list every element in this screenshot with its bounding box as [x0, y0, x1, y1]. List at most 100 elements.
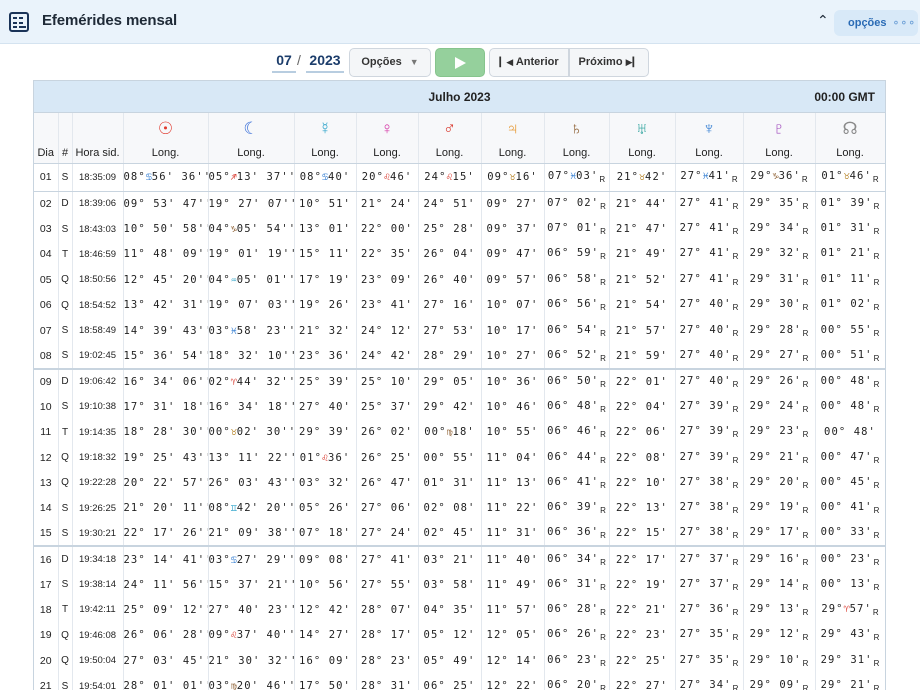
longitude-cell-sun: 28° 01' 01'' [123, 673, 209, 690]
longitude-cell-mercury: 10° 51' [294, 191, 357, 217]
options-select[interactable]: Opções ▼ [349, 48, 431, 77]
options-button[interactable]: opções ∘∘∘ [834, 10, 918, 36]
day-cell: 02 [34, 191, 59, 217]
chevron-up-icon[interactable]: ⌃ [817, 13, 829, 27]
sidereal-time-cell: 19:34:18 [72, 545, 124, 572]
longitude-cell-uranus: 21°♉42' [609, 163, 676, 192]
weekday-cell: S [58, 163, 73, 192]
longitude-cell-mercury: 13° 01' [294, 216, 357, 242]
longitude-label: Long. [435, 146, 464, 159]
play-button[interactable] [435, 48, 485, 77]
longitude-cell-neptune: 27° 41'R [675, 241, 744, 268]
table-row: 03S18:43:0310° 50' 58''04°♑05' 54''13° 0… [34, 216, 885, 242]
longitude-cell-neptune: 27° 37'R [675, 571, 744, 598]
longitude-cell-saturn: 06° 58'R [544, 267, 610, 293]
col-saturn: ♄ Long. [544, 113, 610, 164]
longitude-cell-mars: 02° 45' [418, 521, 482, 547]
longitude-cell-mercury: 25° 39' [294, 367, 357, 395]
longitude-cell-pluto: 29° 30'R [743, 292, 816, 318]
col-weekday: # [58, 113, 73, 164]
longitude-cell-moon: 13° 11' 22'' [208, 444, 295, 471]
longitude-cell-pluto: 29° 16'R [743, 545, 816, 572]
longitude-cell-venus: 27° 24' [356, 521, 419, 547]
longitude-cell-jupiter: 11° 31' [481, 521, 545, 547]
table-row: 18T19:42:1125° 09' 12''27° 40' 23''12° 4… [34, 597, 885, 623]
longitude-cell-node: 00° 23'R [815, 545, 885, 572]
sidereal-time-cell: 19:50:04 [72, 648, 124, 674]
col-moon: ☾ Long. [208, 113, 295, 164]
longitude-cell-pluto: 29° 12'R [743, 622, 816, 649]
weekday-cell: S [58, 216, 73, 242]
longitude-cell-uranus: 22° 15' [609, 521, 676, 547]
longitude-cell-jupiter: 10° 27' [481, 343, 545, 369]
longitude-cell-pluto: 29° 20'R [743, 470, 816, 496]
pluto-icon: ♇ [772, 118, 786, 138]
more-dots-icon: ∘∘∘ [892, 17, 917, 29]
longitude-cell-sun: 23° 14' 41'' [123, 545, 209, 572]
day-cell: 08 [34, 343, 59, 369]
longitude-cell-uranus: 21° 57' [609, 317, 676, 344]
longitude-cell-pluto: 29° 09'R [743, 673, 816, 690]
longitude-cell-sun: 16° 34' 06'' [123, 367, 209, 395]
longitude-cell-neptune: 27° 38'R [675, 521, 744, 547]
longitude-cell-neptune: 27° 40'R [675, 343, 744, 369]
table-row: 12Q19:18:3219° 25' 43''13° 11' 22''01°♌3… [34, 444, 885, 471]
longitude-cell-jupiter: 11° 40' [481, 545, 545, 572]
year-input[interactable]: 2023 [306, 49, 344, 73]
longitude-cell-mercury: 08°♋40' [294, 163, 357, 192]
weekday-cell: S [58, 317, 73, 344]
longitude-cell-neptune: 27° 40'R [675, 317, 744, 344]
weekday-cell: D [58, 545, 73, 572]
longitude-cell-node: 01° 21'R [815, 241, 885, 268]
sidereal-time-cell: 18:58:49 [72, 317, 124, 344]
longitude-cell-moon: 08°♊42' 20'' [208, 495, 295, 522]
longitude-cell-mars: 26° 04' [418, 241, 482, 268]
skip-next-icon: ▶▎ [625, 57, 640, 67]
longitude-cell-venus: 27° 55' [356, 571, 419, 598]
col-mars: ♂ Long. [418, 113, 482, 164]
next-button[interactable]: Próximo ▶▎ [569, 48, 649, 77]
table-row: 13Q19:22:2820° 22' 57''26° 03' 43''03° 3… [34, 470, 885, 496]
month-input[interactable]: 07 [272, 49, 296, 73]
col-jupiter: ♃ Long. [481, 113, 545, 164]
longitude-cell-uranus: 22° 08' [609, 444, 676, 471]
longitude-cell-pluto: 29°♑36'R [743, 163, 816, 192]
weekday-cell: Q [58, 648, 73, 674]
longitude-cell-mercury: 03° 32' [294, 470, 357, 496]
sidereal-time-cell: 19:26:25 [72, 495, 124, 522]
longitude-cell-jupiter: 12° 14' [481, 648, 545, 674]
uranus-icon: ♅ [635, 118, 649, 138]
calendar-grid-icon [9, 12, 29, 32]
table-row: 16D19:34:1823° 14' 41''03°♋27' 29''09° 0… [34, 545, 885, 572]
table-row: 09D19:06:4216° 34' 06''02°♈44' 32''25° 3… [34, 367, 885, 395]
longitude-cell-venus: 21° 24' [356, 191, 419, 217]
longitude-cell-mars: 05° 49' [418, 648, 482, 674]
venus-icon: ♀ [380, 118, 394, 138]
caret-down-icon: ▼ [409, 57, 419, 67]
time-zone-label: 00:00 GMT [814, 90, 875, 104]
longitude-cell-mars: 25° 28' [418, 216, 482, 242]
longitude-label: Long. [836, 146, 864, 159]
day-cell: 03 [34, 216, 59, 242]
previous-button[interactable]: ▎◀ Anterior [489, 48, 569, 77]
day-cell: 04 [34, 241, 59, 268]
longitude-cell-mercury: 14° 27' [294, 622, 357, 649]
longitude-cell-moon: 15° 37' 21'' [208, 571, 295, 598]
longitude-cell-node: 01° 31'R [815, 216, 885, 242]
day-cell: 06 [34, 292, 59, 318]
longitude-cell-saturn: 06° 26'R [544, 622, 610, 649]
longitude-cell-venus: 23° 41' [356, 292, 419, 318]
day-cell: 18 [34, 597, 59, 623]
sidereal-time-cell: 19:22:28 [72, 470, 124, 496]
table-row: 20Q19:50:0427° 03' 45''21° 30' 32''16° 0… [34, 648, 885, 674]
longitude-cell-mercury: 05° 26' [294, 495, 357, 522]
longitude-cell-mercury: 09° 08' [294, 545, 357, 572]
weekday-cell: Q [58, 444, 73, 471]
longitude-cell-node: 29° 43'R [815, 622, 885, 649]
col-neptune: ♆ Long. [675, 113, 744, 164]
longitude-cell-neptune: 27° 38'R [675, 495, 744, 522]
col-pluto: ♇ Long. [743, 113, 816, 164]
longitude-cell-saturn: 06° 31'R [544, 571, 610, 598]
longitude-cell-mercury: 07° 18' [294, 521, 357, 547]
longitude-cell-neptune: 27° 34'R [675, 673, 744, 690]
